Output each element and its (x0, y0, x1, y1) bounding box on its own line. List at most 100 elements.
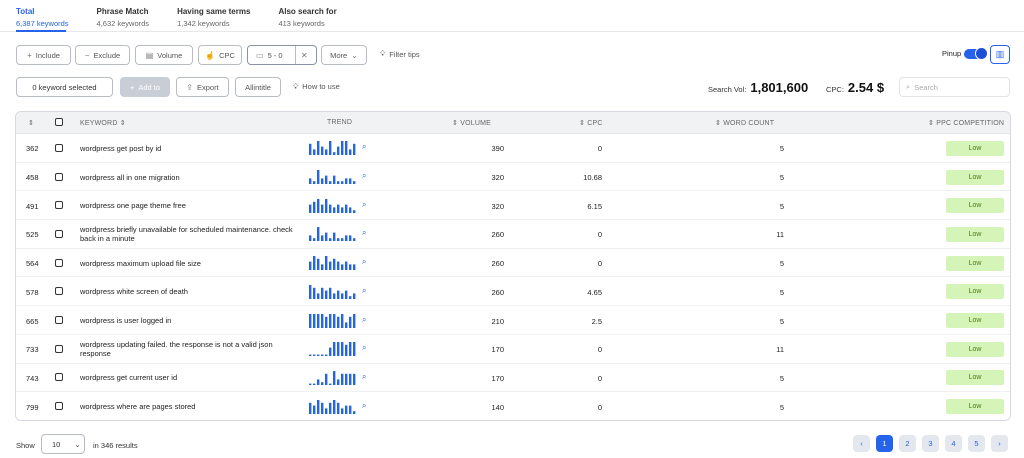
prev-page-button[interactable]: ‹ (853, 435, 870, 452)
more-label: More (330, 50, 348, 60)
trend-bar (321, 235, 324, 242)
row-checkbox[interactable] (55, 229, 63, 238)
allintitle-button[interactable]: Allintitle (235, 77, 281, 97)
row-checkbox[interactable] (55, 172, 63, 181)
exclude-label: Exclude (93, 50, 121, 60)
search-input[interactable]: ⌕ Search (899, 77, 1010, 97)
trend-bar (349, 264, 352, 271)
trend-bar (317, 293, 320, 299)
sort-icon[interactable]: ⇕ (28, 119, 34, 127)
pinup-toggle[interactable] (964, 47, 988, 60)
filter-tips-link[interactable]: 💡︎ Filter tips (380, 49, 420, 59)
tab-total[interactable]: Total 6,387 keywords (16, 7, 69, 28)
row-checkbox[interactable] (55, 402, 63, 411)
how-to-use-label: How to use (302, 82, 340, 91)
magnify-icon[interactable]: ⌕ (362, 228, 366, 238)
row-checkbox[interactable] (55, 287, 63, 296)
magnify-icon[interactable]: ⌕ (362, 257, 366, 267)
trend-bar (321, 178, 324, 185)
ppc-competition-badge: Low (946, 370, 1004, 386)
cpc-cell: 10.68 (583, 173, 602, 183)
magnify-icon[interactable]: ⌕ (362, 401, 366, 411)
cpc-button[interactable]: ☝ CPC (198, 45, 242, 65)
trend-bar (313, 287, 316, 299)
ppc-competition-badge: Low (946, 399, 1004, 415)
trend-bar (349, 235, 352, 242)
word-count-cell: 5 (779, 402, 784, 412)
add-to-button[interactable]: + Add to (120, 77, 170, 97)
table-row: 733 wordpress updating failed. the respon… (16, 335, 1010, 364)
search-placeholder: Search (914, 82, 938, 92)
exclude-button[interactable]: − Exclude (75, 45, 130, 65)
magnify-icon[interactable]: ⌕ (362, 286, 366, 296)
trend-bar (341, 408, 344, 414)
ppc-competition-badge: Low (946, 198, 1004, 214)
magnify-icon[interactable]: ⌕ (362, 142, 366, 152)
trend-bar (309, 402, 312, 414)
volume-cell: 260 (491, 287, 504, 297)
header-volume[interactable]: ⇕ VOLUME (452, 119, 491, 127)
trend-bar (333, 370, 336, 385)
keyword-cell: wordpress maximum upload file size (80, 258, 201, 268)
trend-bar (333, 207, 336, 213)
trend-bar (321, 382, 324, 385)
tab-also-search-for[interactable]: Also search for 413 keywords (278, 7, 336, 28)
volume-cell: 170 (491, 373, 504, 383)
how-to-use-link[interactable]: 💡︎ How to use (293, 82, 340, 92)
header-ppc-competition[interactable]: ⇕ PPC COMPETITION (928, 119, 1004, 127)
trend-bar (337, 402, 340, 414)
magnify-icon[interactable]: ⌕ (362, 315, 366, 325)
magnify-icon[interactable]: ⌕ (362, 200, 366, 210)
trend-bar (317, 141, 320, 156)
trend-bar (313, 354, 316, 357)
page-1-button[interactable]: 1 (876, 435, 893, 452)
trend-bar (313, 313, 316, 328)
header-word-count[interactable]: ⇕ WORD COUNT (715, 119, 774, 127)
row-checkbox[interactable] (55, 373, 63, 382)
keyword-cell: wordpress one page theme free (80, 201, 186, 211)
trend-bar (341, 313, 344, 328)
volume-cell: 390 (491, 144, 504, 154)
word-count-cell: 5 (779, 144, 784, 154)
row-checkbox[interactable] (55, 258, 63, 267)
per-page-select[interactable]: 10 ⌄ (41, 434, 85, 454)
tab-phrase-match[interactable]: Phrase Match 4,632 keywords (97, 7, 150, 28)
trend-bar (329, 313, 332, 328)
table-row: 743 wordpress get current user id ⌕ 170 0 5 Lo… (16, 364, 1010, 393)
trend-bar (337, 238, 340, 242)
close-icon[interactable]: ✕ (301, 51, 308, 60)
header-keyword[interactable]: KEYWORD ⇕ (80, 119, 126, 127)
tab-having-same-terms[interactable]: Having same terms 1,342 keywords (177, 7, 250, 28)
trend-bar (325, 198, 328, 213)
table-row: 491 wordpress one page theme free ⌕ 320 6.15… (16, 191, 1010, 221)
layout-icon[interactable]: ▥ (990, 45, 1010, 64)
trend-bar (337, 342, 340, 357)
select-all-checkbox[interactable] (55, 118, 63, 126)
trend-bar (329, 204, 332, 213)
word-range-filter[interactable]: ▭ 5 - 0 ✕ (247, 45, 317, 65)
page-4-button[interactable]: 4 (945, 435, 962, 452)
include-button[interactable]: + Include (16, 45, 71, 65)
export-button[interactable]: ⇪ Export (176, 77, 229, 97)
keyword-cell: wordpress is user logged in (80, 316, 172, 326)
header-cpc[interactable]: ⇕ CPC (579, 119, 603, 127)
page-5-button[interactable]: 5 (968, 435, 985, 452)
range-value: 5 - 0 (267, 50, 283, 60)
trend-bar (333, 399, 336, 414)
trend-bar (349, 149, 352, 156)
next-page-button[interactable]: › (991, 435, 1008, 452)
more-button[interactable]: More ⌄ (321, 45, 367, 65)
volume-button[interactable]: ▤ Volume (135, 45, 193, 65)
row-checkbox[interactable] (55, 201, 63, 210)
page-3-button[interactable]: 3 (922, 435, 939, 452)
row-checkbox[interactable] (55, 344, 63, 353)
trend-bar (309, 284, 312, 299)
pinup-label: Pinup (942, 49, 962, 58)
page-2-button[interactable]: 2 (899, 435, 916, 452)
chevron-down-icon: ⌄ (351, 50, 358, 60)
magnify-icon[interactable]: ⌕ (362, 171, 366, 181)
row-checkbox[interactable] (55, 143, 63, 152)
magnify-icon[interactable]: ⌕ (362, 372, 366, 382)
magnify-icon[interactable]: ⌕ (362, 343, 366, 353)
row-checkbox[interactable] (55, 316, 63, 325)
